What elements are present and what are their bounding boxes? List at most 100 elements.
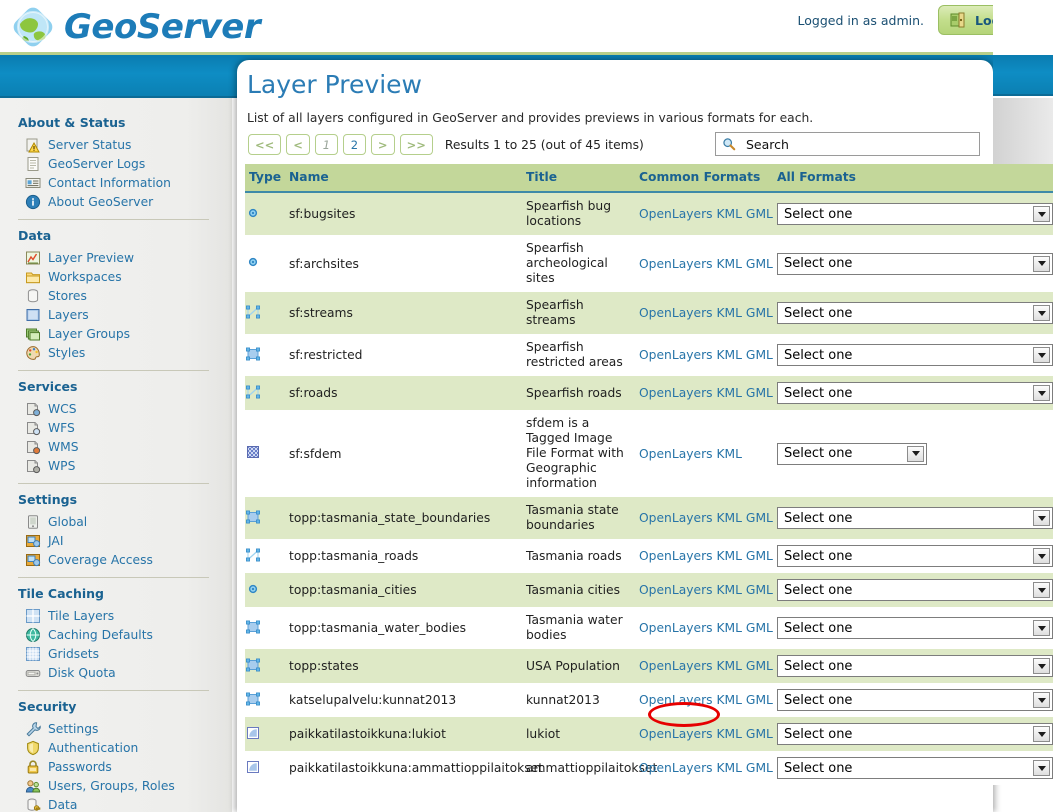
format-link-openlayers[interactable]: OpenLayers	[639, 693, 713, 707]
search-box[interactable]	[715, 132, 980, 156]
format-link-openlayers[interactable]: OpenLayers	[639, 386, 713, 400]
sidebar-item-global[interactable]: Global	[18, 512, 232, 531]
sidebar-item-layer-preview[interactable]: Layer Preview	[18, 248, 232, 267]
format-link-gml[interactable]: GML	[746, 761, 773, 775]
pager-prev-button[interactable]: <	[286, 134, 310, 155]
sidebar-item-about-geoserver[interactable]: About GeoServer	[18, 192, 232, 211]
format-link-kml[interactable]: KML	[716, 348, 742, 362]
chevron-down-icon[interactable]	[1033, 582, 1050, 598]
sidebar-item-styles[interactable]: Styles	[18, 343, 232, 362]
format-link-openlayers[interactable]: OpenLayers	[639, 348, 713, 362]
format-link-openlayers[interactable]: OpenLayers	[639, 761, 713, 775]
sidebar-item-data[interactable]: Data	[18, 795, 232, 812]
format-link-openlayers[interactable]: OpenLayers	[639, 257, 713, 271]
sidebar-item-tile-layers[interactable]: Tile Layers	[18, 606, 232, 625]
chevron-down-icon[interactable]	[1033, 206, 1050, 222]
all-formats-select-box[interactable]: Select one	[777, 617, 1053, 639]
chevron-down-icon[interactable]	[1033, 305, 1050, 321]
all-formats-select[interactable]: Select one	[777, 655, 1053, 677]
sidebar-item-server-status[interactable]: Server Status	[18, 135, 232, 154]
chevron-down-icon[interactable]	[1033, 510, 1050, 526]
format-link-gml[interactable]: GML	[746, 348, 773, 362]
all-formats-select-box[interactable]: Select one	[777, 252, 1053, 275]
sidebar-item-wcs[interactable]: WCS	[18, 399, 232, 418]
sidebar-item-layers[interactable]: Layers	[18, 305, 232, 324]
format-link-openlayers[interactable]: OpenLayers	[639, 621, 713, 635]
all-formats-select[interactable]: Select one	[777, 252, 1053, 275]
all-formats-select-box[interactable]: Select one	[777, 382, 1053, 404]
column-header-name[interactable]: Name	[289, 164, 526, 193]
format-link-openlayers[interactable]: OpenLayers	[639, 659, 713, 673]
sidebar-item-gridsets[interactable]: Gridsets	[18, 644, 232, 663]
chevron-down-icon[interactable]	[1033, 548, 1050, 564]
all-formats-select-box[interactable]: Select one	[777, 545, 1053, 567]
chevron-down-icon[interactable]	[1033, 255, 1050, 272]
format-link-gml[interactable]: GML	[746, 727, 773, 741]
all-formats-select[interactable]: Select one	[777, 579, 1053, 601]
all-formats-select[interactable]: Select one	[777, 617, 1053, 639]
sidebar-item-users-groups-roles[interactable]: Users, Groups, Roles	[18, 776, 232, 795]
all-formats-select-box[interactable]: Select one	[777, 507, 1053, 529]
format-link-gml[interactable]: GML	[746, 386, 773, 400]
all-formats-select[interactable]: Select one	[777, 723, 1053, 745]
all-formats-select-box[interactable]: Select one	[777, 302, 1053, 324]
format-link-kml[interactable]: KML	[716, 207, 742, 221]
format-link-kml[interactable]: KML	[716, 447, 742, 461]
sidebar-item-geoserver-logs[interactable]: GeoServer Logs	[18, 154, 232, 173]
format-link-kml[interactable]: KML	[716, 511, 742, 525]
format-link-gml[interactable]: GML	[746, 257, 773, 271]
format-link-kml[interactable]: KML	[716, 386, 742, 400]
sidebar-item-contact-information[interactable]: Contact Information	[18, 173, 232, 192]
all-formats-select[interactable]: Select one	[777, 344, 1053, 366]
sidebar-item-caching-defaults[interactable]: Caching Defaults	[18, 625, 232, 644]
sidebar-item-wps[interactable]: WPS	[18, 456, 232, 475]
format-link-kml[interactable]: KML	[716, 257, 742, 271]
sidebar-item-layer-groups[interactable]: Layer Groups	[18, 324, 232, 343]
column-header-title[interactable]: Title	[526, 164, 639, 193]
format-link-gml[interactable]: GML	[746, 621, 773, 635]
all-formats-select[interactable]: Select one	[777, 545, 1053, 567]
sidebar-item-coverage-access[interactable]: Coverage Access	[18, 550, 232, 569]
format-link-gml[interactable]: GML	[746, 207, 773, 221]
all-formats-select[interactable]: Select one	[777, 689, 1053, 711]
all-formats-select[interactable]: Select one	[777, 507, 1053, 529]
chevron-down-icon[interactable]	[1033, 620, 1050, 636]
sidebar-item-authentication[interactable]: Authentication	[18, 738, 232, 757]
format-link-gml[interactable]: GML	[746, 659, 773, 673]
format-link-kml[interactable]: KML	[716, 549, 742, 563]
format-link-gml[interactable]: GML	[746, 583, 773, 597]
format-link-kml[interactable]: KML	[716, 306, 742, 320]
format-link-gml[interactable]: GML	[746, 549, 773, 563]
format-link-kml[interactable]: KML	[716, 621, 742, 635]
format-link-openlayers[interactable]: OpenLayers	[639, 511, 713, 525]
all-formats-select-box[interactable]: Select one	[777, 344, 1053, 366]
format-link-kml[interactable]: KML	[716, 693, 742, 707]
format-link-kml[interactable]: KML	[716, 761, 742, 775]
format-link-openlayers[interactable]: OpenLayers	[639, 306, 713, 320]
all-formats-select[interactable]: Select one	[777, 382, 1053, 404]
sidebar-item-workspaces[interactable]: Workspaces	[18, 267, 232, 286]
search-input[interactable]	[744, 135, 969, 153]
pager-first-button[interactable]: <<	[248, 134, 282, 155]
all-formats-select-box[interactable]: Select one	[777, 655, 1053, 677]
format-link-openlayers[interactable]: OpenLayers	[639, 727, 713, 741]
format-link-gml[interactable]: GML	[746, 511, 773, 525]
all-formats-select-box[interactable]: Select one	[777, 579, 1053, 601]
all-formats-select[interactable]: Select one	[777, 757, 1053, 779]
format-link-openlayers[interactable]: OpenLayers	[639, 549, 713, 563]
format-link-openlayers[interactable]: OpenLayers	[639, 207, 713, 221]
sidebar-item-passwords[interactable]: Passwords	[18, 757, 232, 776]
pager-page-1[interactable]: 1	[314, 134, 338, 155]
sidebar-item-wfs[interactable]: WFS	[18, 418, 232, 437]
all-formats-select[interactable]: Select one	[777, 302, 1053, 324]
chevron-down-icon[interactable]	[1033, 760, 1050, 776]
all-formats-select-box[interactable]: Select one	[777, 723, 1053, 745]
format-link-kml[interactable]: KML	[716, 583, 742, 597]
pager-next-button[interactable]: >	[370, 134, 395, 155]
chevron-down-icon[interactable]	[1033, 692, 1050, 708]
format-link-gml[interactable]: GML	[746, 693, 773, 707]
all-formats-select[interactable]: Select one	[777, 442, 1049, 465]
column-header-type[interactable]: Type	[245, 164, 289, 193]
sidebar-item-stores[interactable]: Stores	[18, 286, 232, 305]
format-link-gml[interactable]: GML	[746, 306, 773, 320]
